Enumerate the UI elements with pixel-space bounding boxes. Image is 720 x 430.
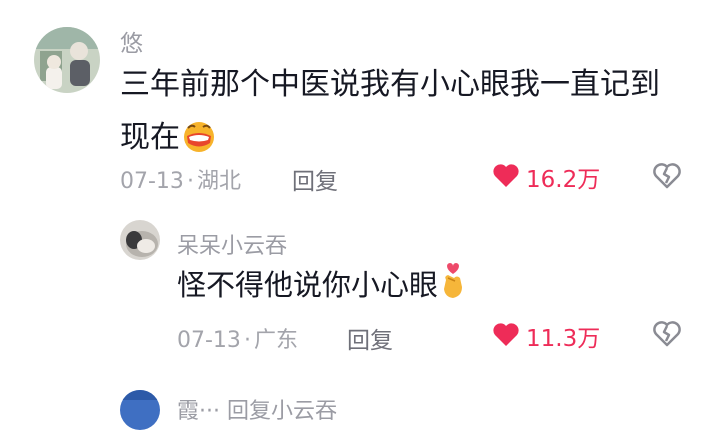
reply-button[interactable]: 回复 xyxy=(292,162,338,196)
comment-text: 三年前那个中医说我有小心眼我一直记到 现在 xyxy=(120,58,700,170)
avatar-image xyxy=(120,390,160,430)
dislike-button[interactable] xyxy=(652,162,682,193)
avatar[interactable] xyxy=(34,27,100,93)
comment-text-fragment: 怪不得他说你小心眼 xyxy=(177,268,439,302)
broken-heart-icon xyxy=(652,321,682,351)
comment-text-line-2: 现在 xyxy=(120,111,700,170)
comment-username[interactable]: 悠 xyxy=(120,24,143,58)
broken-heart-icon xyxy=(652,163,682,193)
like-count: 11.3万 xyxy=(526,326,601,352)
comment-text: 怪不得他说你小心眼 xyxy=(177,260,468,316)
avatar-image xyxy=(34,27,100,93)
comment-date: 07-13 xyxy=(177,328,241,353)
comment-username[interactable]: 呆呆小云吞 xyxy=(177,228,287,260)
like-count: 16.2万 xyxy=(526,167,601,193)
comment-meta: 07-13 · 湖北 xyxy=(120,163,241,195)
dislike-button[interactable] xyxy=(652,320,682,351)
meta-separator: · xyxy=(186,169,194,194)
like-button[interactable]: 16.2万 xyxy=(492,160,600,194)
comment-text-fragment: 现在 xyxy=(120,120,180,155)
finger-heart-emoji xyxy=(438,263,468,316)
avatar-image xyxy=(120,220,160,260)
heart-icon xyxy=(492,322,520,351)
comment-location: 湖北 xyxy=(196,169,241,194)
heart-icon xyxy=(492,163,520,192)
like-button[interactable]: 11.3万 xyxy=(492,319,600,353)
avatar[interactable] xyxy=(120,390,160,430)
avatar[interactable] xyxy=(120,220,160,260)
comment-location: 广东 xyxy=(253,328,298,353)
comment-date: 07-13 xyxy=(120,169,184,194)
meta-separator: · xyxy=(243,328,251,353)
comment-text-line: 三年前那个中医说我有小心眼我一直记到 xyxy=(120,67,660,102)
reply-button[interactable]: 回复 xyxy=(347,321,393,355)
comment-username[interactable]: 霞··· 回复小云吞 xyxy=(177,393,337,425)
comment-meta: 07-13 · 广东 xyxy=(177,322,298,354)
